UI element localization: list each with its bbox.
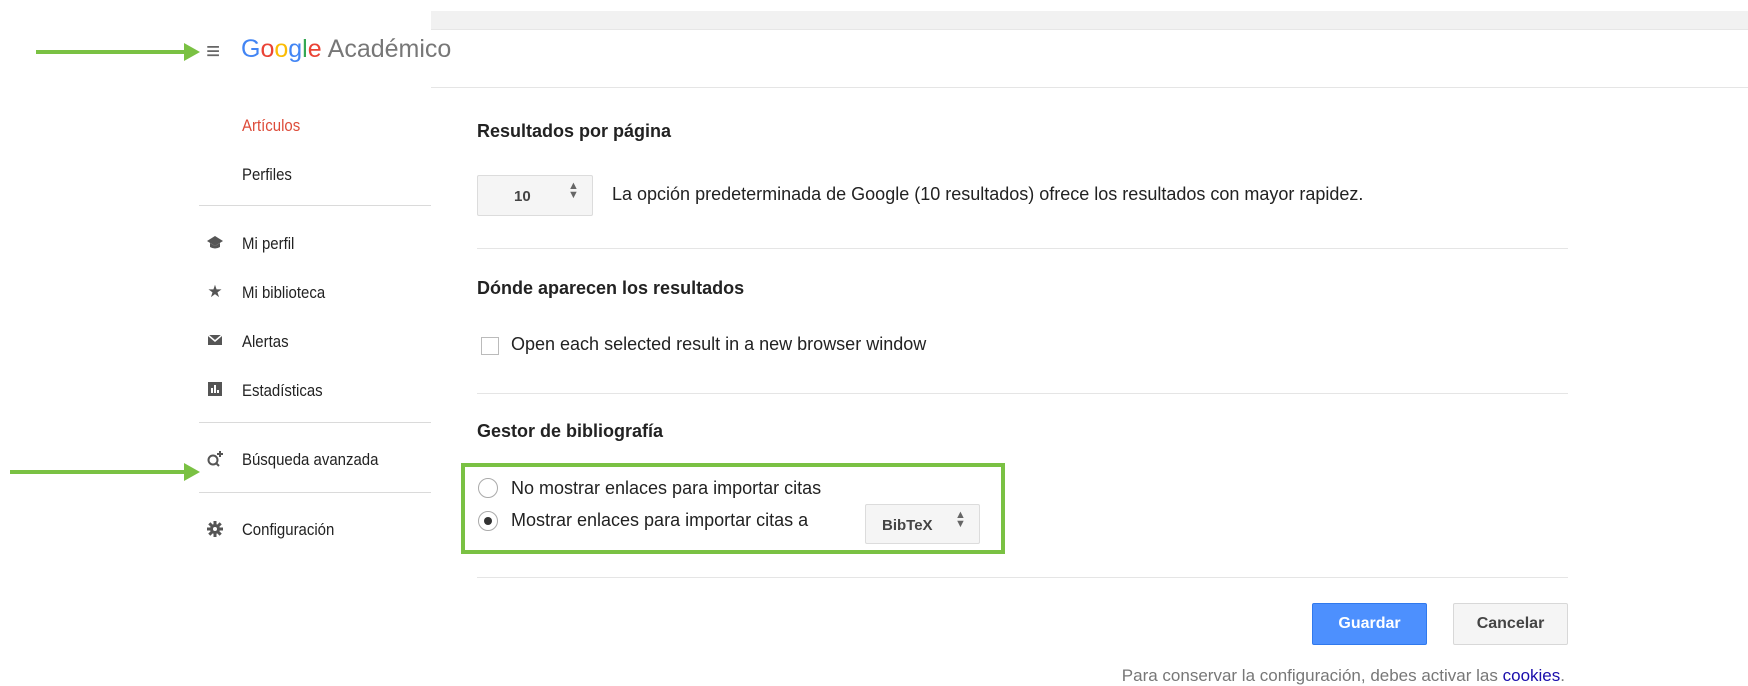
sidebar-item-mi-perfil[interactable]: Mi perfil bbox=[242, 234, 294, 254]
bibliography-format-value: BibTeX bbox=[882, 517, 933, 534]
sidebar-item-busqueda-avanzada[interactable]: Búsqueda avanzada bbox=[242, 450, 378, 470]
new-window-checkbox-label[interactable]: Open each selected result in a new brows… bbox=[511, 334, 926, 355]
save-button[interactable]: Guardar bbox=[1312, 603, 1427, 645]
google-scholar-logo[interactable]: Google Académico bbox=[241, 34, 451, 64]
cookies-link[interactable]: cookies bbox=[1503, 666, 1561, 685]
cookies-note: Para conservar la configuración, debes a… bbox=[1121, 666, 1565, 685]
section-title-where-results: Dónde aparecen los resultados bbox=[477, 278, 745, 298]
results-per-page-select[interactable]: 10 ▲ ▼ bbox=[477, 175, 593, 216]
new-window-checkbox[interactable] bbox=[481, 337, 499, 355]
sidebar-item-perfiles[interactable]: Perfiles bbox=[242, 165, 292, 185]
section-divider bbox=[477, 248, 1568, 249]
product-name: Académico bbox=[327, 35, 452, 63]
section-divider bbox=[477, 393, 1568, 394]
section-divider bbox=[477, 577, 1568, 578]
sidebar-divider bbox=[199, 422, 431, 423]
radio-no-import-links-label[interactable]: No mostrar enlaces para importar citas bbox=[511, 478, 821, 499]
results-per-page-description: La opción predeterminada de Google (10 r… bbox=[612, 184, 1364, 204]
search-plus-icon bbox=[206, 450, 224, 468]
section-title-results-per-page: Resultados por página bbox=[477, 121, 672, 141]
gear-icon bbox=[206, 520, 224, 538]
sidebar-item-alertas[interactable]: Alertas bbox=[242, 332, 289, 352]
annotation-arrow-settings bbox=[10, 463, 200, 481]
sidebar-item-configuracion[interactable]: Configuración bbox=[242, 520, 334, 540]
select-updown-icon: ▲ ▼ bbox=[568, 180, 579, 201]
top-bar bbox=[431, 11, 1748, 30]
hamburger-menu-icon[interactable]: ≡ bbox=[206, 40, 220, 64]
star-icon: ★ bbox=[207, 282, 223, 301]
sidebar-item-mi-biblioteca[interactable]: Mi biblioteca bbox=[242, 283, 325, 303]
radio-show-import-links[interactable] bbox=[478, 511, 498, 531]
bar-chart-icon bbox=[206, 381, 224, 399]
sidebar-item-estadisticas[interactable]: Estadísticas bbox=[242, 381, 323, 401]
select-updown-icon: ▲ ▼ bbox=[955, 509, 966, 530]
graduation-cap-icon bbox=[206, 234, 224, 252]
sidebar-divider bbox=[199, 492, 431, 493]
envelope-icon bbox=[206, 332, 224, 350]
radio-no-import-links[interactable] bbox=[478, 478, 498, 498]
bibliography-format-select[interactable]: BibTeX ▲ ▼ bbox=[865, 504, 980, 544]
annotation-arrow-menu bbox=[36, 43, 200, 61]
sidebar-item-articulos[interactable]: Artículos bbox=[242, 116, 300, 136]
sidebar-divider bbox=[199, 205, 431, 206]
results-per-page-value: 10 bbox=[514, 188, 531, 205]
header-divider bbox=[431, 87, 1748, 88]
radio-show-import-links-label[interactable]: Mostrar enlaces para importar citas a bbox=[511, 510, 808, 531]
section-title-bibliography: Gestor de bibliografía bbox=[477, 421, 664, 441]
cancel-button[interactable]: Cancelar bbox=[1453, 603, 1568, 645]
